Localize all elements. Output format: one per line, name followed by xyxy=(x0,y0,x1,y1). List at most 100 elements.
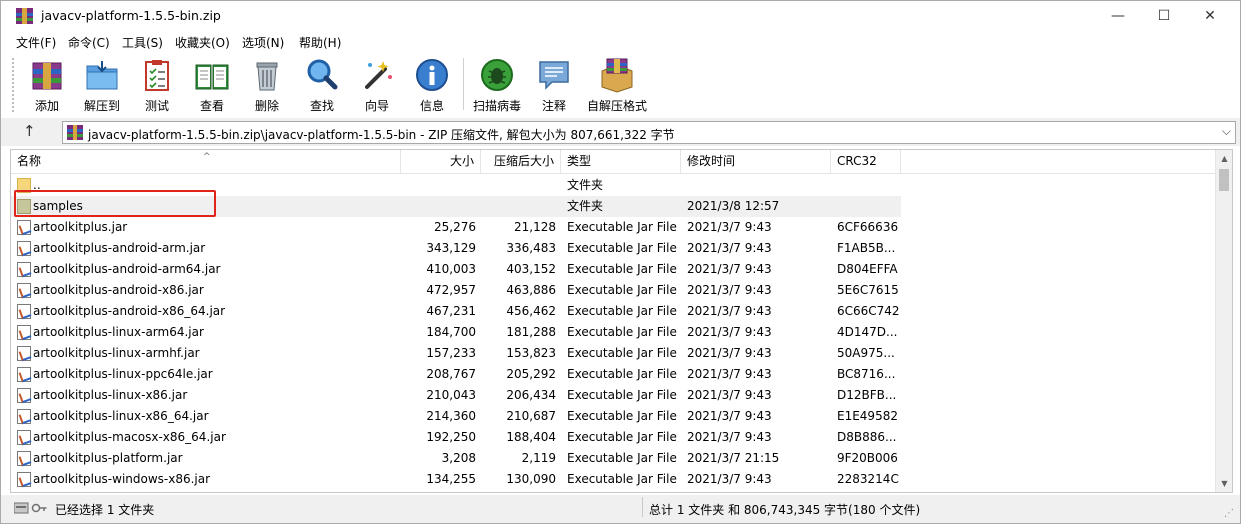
table-row[interactable]: artoolkitplus-linux-x86.jar 210,043 206,43… xyxy=(11,385,901,406)
jar-file-icon xyxy=(17,451,31,466)
file-type: Executable Jar File xyxy=(567,451,677,465)
jar-file-icon xyxy=(17,346,31,361)
column-header-modified[interactable]: 修改时间 xyxy=(681,150,831,174)
window-title: javacv-platform-1.5.5-bin.zip xyxy=(41,8,221,23)
file-size: 25,276 xyxy=(434,220,476,234)
file-size: 472,957 xyxy=(426,283,476,297)
file-crc: BC8716... xyxy=(837,367,896,381)
magnifier-icon xyxy=(307,59,338,90)
jar-file-icon xyxy=(17,430,31,445)
table-row[interactable]: artoolkitplus-windows-x86.jar 134,255 130,… xyxy=(11,469,901,490)
wizard-wand-icon xyxy=(365,61,392,89)
menu-tools[interactable]: 工具(S) xyxy=(122,34,163,51)
file-crc: 4D147D... xyxy=(837,325,898,339)
info-label: 信息 xyxy=(419,99,444,113)
status-divider xyxy=(642,497,643,517)
maximize-button[interactable]: ☐ xyxy=(1141,1,1187,31)
info-button[interactable]: 信息 xyxy=(406,55,458,115)
table-row[interactable]: artoolkitplus.jar 25,276 21,128 Executable … xyxy=(11,217,901,238)
file-modified: 2021/3/7 9:43 xyxy=(687,409,772,423)
file-type: Executable Jar File xyxy=(567,220,677,234)
file-name: artoolkitplus-android-arm64.jar xyxy=(33,262,221,276)
column-header-name[interactable]: 名称 ^ xyxy=(11,150,401,174)
file-type: Executable Jar File xyxy=(567,283,677,297)
file-size: 214,360 xyxy=(426,409,476,423)
table-row[interactable]: artoolkitplus-android-arm64.jar 410,003 40… xyxy=(11,259,901,280)
table-row[interactable]: artoolkitplus-platform.jar 3,208 2,119 Exec… xyxy=(11,448,901,469)
file-type: Executable Jar File xyxy=(567,262,677,276)
scrollbar-thumb[interactable] xyxy=(1219,169,1229,191)
jar-file-icon xyxy=(17,262,31,277)
jar-file-icon xyxy=(17,220,31,235)
file-size: 134,255 xyxy=(426,472,476,486)
file-name: artoolkitplus-linux-ppc64le.jar xyxy=(33,367,213,381)
file-type: Executable Jar File xyxy=(567,367,677,381)
column-header-type[interactable]: 类型 xyxy=(561,150,681,174)
comment-button[interactable]: 注释 xyxy=(528,55,580,115)
column-name-label: 名称 xyxy=(17,154,42,168)
menu-file[interactable]: 文件(F) xyxy=(16,34,56,51)
up-level-button[interactable]: ↑ xyxy=(23,122,36,140)
file-type: 文件夹 xyxy=(567,199,604,213)
column-header-crc[interactable]: CRC32 xyxy=(831,150,901,174)
file-size: 467,231 xyxy=(426,304,476,318)
title-bar[interactable]: javacv-platform-1.5.5-bin.zip — ☐ ✕ xyxy=(1,1,1240,31)
table-row[interactable]: artoolkitplus-macosx-x86_64.jar 192,250 18… xyxy=(11,427,901,448)
file-packed-size: 181,288 xyxy=(506,325,556,339)
menu-options[interactable]: 选项(N) xyxy=(242,34,284,51)
jar-file-icon xyxy=(17,367,31,382)
jar-file-icon xyxy=(17,472,31,487)
vertical-scrollbar[interactable]: ▲ ▼ xyxy=(1215,150,1232,492)
file-type: Executable Jar File xyxy=(567,430,677,444)
file-modified: 2021/3/7 9:43 xyxy=(687,325,772,339)
column-header-size[interactable]: 大小 xyxy=(401,150,481,174)
column-header-packed[interactable]: 压缩后大小 xyxy=(481,150,561,174)
scroll-up-arrow-icon[interactable]: ▲ xyxy=(1216,150,1232,167)
virus-scan-button[interactable]: 扫描病毒 xyxy=(471,55,523,115)
file-packed-size: 188,404 xyxy=(506,430,556,444)
sfx-button[interactable]: 自解压格式 xyxy=(587,55,647,115)
file-list[interactable]: 名称 ^ 大小 压缩后大小 类型 修改时间 CRC32 .. 文件夹 samples… xyxy=(10,149,1233,493)
address-path-text: javacv-platform-1.5.5-bin.zip\javacv-pla… xyxy=(88,128,675,142)
menu-help[interactable]: 帮助(H) xyxy=(299,34,341,51)
file-type: Executable Jar File xyxy=(567,304,677,318)
file-type: Executable Jar File xyxy=(567,325,677,339)
status-total-text: 总计 1 文件夹 和 806,743,345 字节(180 个文件) xyxy=(649,503,921,517)
file-modified: 2021/3/7 9:43 xyxy=(687,220,772,234)
file-modified: 2021/3/7 9:43 xyxy=(687,430,772,444)
table-row[interactable]: artoolkitplus-android-x86_64.jar 467,231 4… xyxy=(11,301,901,322)
file-name: artoolkitplus-android-arm.jar xyxy=(33,241,206,255)
resize-grip-icon[interactable]: ⋰ xyxy=(1224,508,1234,519)
app-window: javacv-platform-1.5.5-bin.zip — ☐ ✕ 文件(F… xyxy=(0,0,1241,524)
table-row[interactable]: artoolkitplus-linux-x86_64.jar 214,360 210… xyxy=(11,406,901,427)
chevron-down-icon[interactable]: ⌵ xyxy=(1222,124,1231,139)
table-row[interactable]: artoolkitplus-android-x86.jar 472,957 463,… xyxy=(11,280,901,301)
status-selection-text: 已经选择 1 文件夹 xyxy=(55,503,155,517)
file-size: 208,767 xyxy=(426,367,476,381)
table-row[interactable]: artoolkitplus-android-arm.jar 343,129 336,… xyxy=(11,238,901,259)
file-modified: 2021/3/7 9:43 xyxy=(687,241,772,255)
file-packed-size xyxy=(483,196,556,217)
minimize-button[interactable]: — xyxy=(1095,1,1141,31)
file-crc: E1E49582 xyxy=(837,409,898,423)
menu-favorites[interactable]: 收藏夹(O) xyxy=(175,34,230,51)
extract-folder-icon xyxy=(86,61,118,90)
file-crc xyxy=(837,175,907,196)
comment-icon xyxy=(539,61,569,90)
file-packed-size: 206,434 xyxy=(506,388,556,402)
toolbar: 添加 解压到 测试 查看 删除 查找 向导 信息 扫描病毒 注释 自解压格式 xyxy=(1,52,1240,118)
table-row[interactable]: artoolkitplus-linux-armhf.jar 157,233 153,… xyxy=(11,343,901,364)
file-modified: 2021/3/7 9:43 xyxy=(687,262,772,276)
table-row[interactable]: artoolkitplus-linux-arm64.jar 184,700 181,… xyxy=(11,322,901,343)
file-crc: 9F20B006 xyxy=(837,451,898,465)
zip-archive-icon xyxy=(67,125,83,140)
table-row[interactable]: artoolkitplus-linux-ppc64le.jar 208,767 20… xyxy=(11,364,901,385)
file-size: 343,129 xyxy=(426,241,476,255)
address-path-field[interactable]: javacv-platform-1.5.5-bin.zip\javacv-pla… xyxy=(62,121,1236,144)
menu-commands[interactable]: 命令(C) xyxy=(68,34,110,51)
file-packed-size: 205,292 xyxy=(506,367,556,381)
file-modified xyxy=(687,175,827,196)
scroll-down-arrow-icon[interactable]: ▼ xyxy=(1216,475,1232,492)
file-packed-size xyxy=(483,175,556,196)
close-button[interactable]: ✕ xyxy=(1187,1,1233,31)
